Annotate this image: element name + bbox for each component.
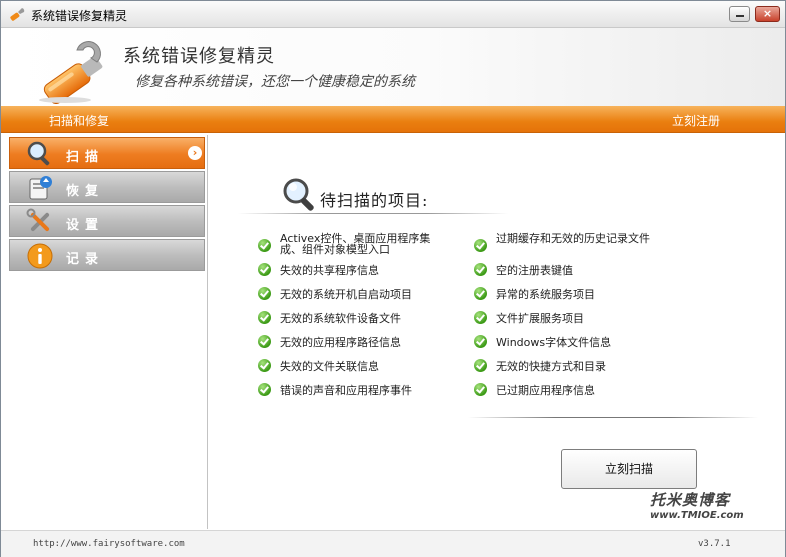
list-item: Windows字体文件信息	[496, 336, 612, 349]
app-window: 系统错误修复精灵 × 系统错误修复精灵 修复各种系统错误，还您一个健康稳定的系统…	[0, 0, 786, 557]
scan-now-button[interactable]: 立刻扫描	[561, 449, 697, 489]
list-item: 无效的快捷方式和目录	[496, 360, 606, 373]
sidebar-item-label: 扫描	[66, 150, 105, 165]
check-icon	[258, 239, 271, 252]
close-button[interactable]: ×	[755, 6, 780, 22]
check-icon	[474, 239, 487, 252]
info-icon	[27, 243, 53, 269]
section-toolbar: 扫描和修复 立刻注册	[1, 106, 785, 133]
breadcrumb: 扫描和修复	[49, 114, 110, 128]
close-icon: ×	[762, 7, 773, 20]
list-item: 文件扩展服务项目	[496, 312, 584, 325]
check-icon	[474, 383, 487, 396]
sidebar-item-label: 恢复	[66, 184, 105, 199]
sidebar-item-log[interactable]: 记录	[9, 239, 205, 271]
scan-panel: 待扫描的项目: Activex控件、桌面应用程序集成、组件对象模型入口 失效的共…	[208, 135, 780, 529]
magnifier-icon	[27, 141, 50, 166]
sidebar-item-label: 设置	[66, 218, 105, 233]
sidebar-item-scan[interactable]: 扫描 ›	[9, 137, 205, 169]
window-title: 系统错误修复精灵	[31, 9, 128, 23]
check-icon	[474, 311, 487, 324]
chevron-right-icon: ›	[188, 146, 202, 160]
status-bar: http://www.fairysoftware.com v3.7.1	[1, 530, 785, 557]
watermark: 托米奥博客 www.TMIOE.com	[650, 489, 780, 521]
list-item: 过期缓存和无效的历史记录文件	[496, 232, 650, 245]
sidebar-item-label: 记录	[66, 252, 105, 267]
check-icon	[474, 335, 487, 348]
list-item: 错误的声音和应用程序事件	[280, 384, 412, 397]
sidebar-item-restore[interactable]: 恢复	[9, 171, 205, 203]
watermark-text: 托米奥博客	[650, 491, 731, 509]
restore-icon	[29, 176, 52, 200]
check-icon	[474, 359, 487, 372]
watermark-url: www.TMIOE.com	[650, 510, 744, 521]
app-tagline: 修复各种系统错误，还您一个健康稳定的系统	[135, 74, 415, 90]
magnifier-icon	[283, 178, 314, 211]
section-title: 待扫描的项目:	[320, 191, 429, 210]
header-banner: 系统错误修复精灵 修复各种系统错误，还您一个健康稳定的系统	[1, 28, 785, 106]
sidebar: 扫描 › 恢复 设置 记录	[7, 135, 208, 529]
minimize-icon	[736, 15, 744, 17]
list-item: 异常的系统服务项目	[496, 288, 595, 301]
list-item: 失效的文件关联信息	[280, 360, 379, 373]
check-icon	[474, 263, 487, 276]
wrench-logo-icon	[39, 41, 103, 104]
list-item: Activex控件、桌面应用程序集成、组件对象模型入口	[280, 232, 431, 256]
tools-icon	[26, 208, 50, 232]
list-item: 无效的应用程序路径信息	[280, 336, 401, 349]
sidebar-item-settings[interactable]: 设置	[9, 205, 205, 237]
check-icon	[258, 359, 271, 372]
divider	[468, 417, 758, 418]
list-item: 失效的共享程序信息	[280, 264, 379, 277]
check-icon	[474, 287, 487, 300]
wrench-app-icon	[10, 8, 25, 21]
list-item: 空的注册表键值	[496, 264, 573, 277]
register-link[interactable]: 立刻注册	[672, 112, 720, 129]
check-icon	[258, 311, 271, 324]
list-item: 已过期应用程序信息	[496, 384, 595, 397]
app-name: 系统错误修复精灵	[123, 46, 275, 67]
list-item: 无效的系统软件设备文件	[280, 312, 401, 325]
version-label: v3.7.1	[698, 539, 731, 549]
check-icon	[258, 383, 271, 396]
check-icon	[258, 335, 271, 348]
list-item: 无效的系统开机自启动项目	[280, 288, 412, 301]
website-link[interactable]: http://www.fairysoftware.com	[33, 539, 185, 549]
check-icon	[258, 287, 271, 300]
check-icon	[258, 263, 271, 276]
title-bar[interactable]: 系统错误修复精灵 ×	[1, 1, 785, 28]
minimize-button[interactable]	[729, 6, 750, 22]
divider	[238, 213, 508, 214]
